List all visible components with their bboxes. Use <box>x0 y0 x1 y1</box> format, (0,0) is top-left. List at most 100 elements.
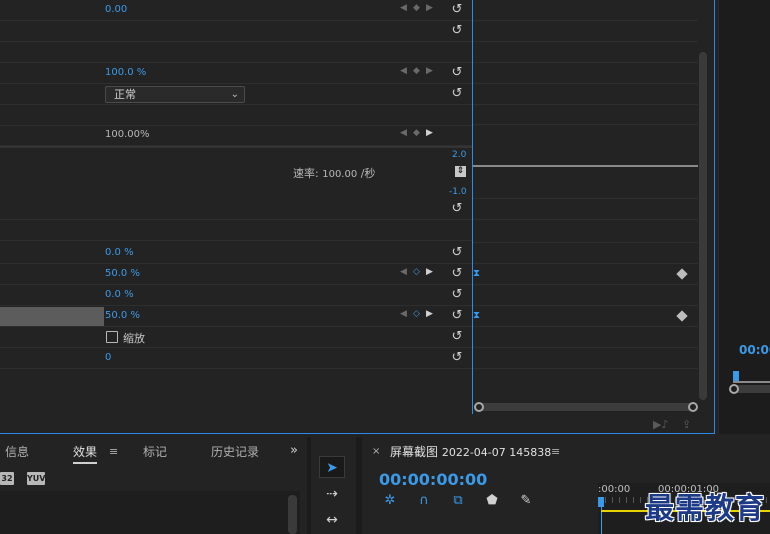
reset-icon[interactable]: ↺ <box>449 287 465 303</box>
playhead-icon[interactable] <box>733 371 739 381</box>
ripple-edit-tool-icon[interactable]: ↔ <box>319 509 345 531</box>
param-row: ↺ <box>0 21 472 42</box>
next-keyframe-icon[interactable]: ▶ <box>423 267 436 277</box>
scale-row: 缩放 ↺ <box>0 327 472 348</box>
timeline-timecode[interactable]: 00:00:00:00 <box>379 470 487 489</box>
track-line <box>473 219 698 220</box>
effects-list[interactable] <box>0 491 300 534</box>
prev-keyframe-icon[interactable]: ◀ <box>397 128 410 138</box>
add-keyframe-icon[interactable]: ◇ <box>410 309 423 319</box>
speed-graph-line[interactable] <box>473 165 698 167</box>
graph-min-label: -1.0 <box>449 187 467 197</box>
panel-menu-icon[interactable]: ≡ <box>551 445 560 458</box>
keyframe-start-icon[interactable]: ⧗ <box>473 310 480 321</box>
32bit-filter-icon[interactable]: 32 <box>0 472 14 485</box>
scale-checkbox-label: 缩放 <box>123 332 145 345</box>
zoom-handle-right[interactable] <box>688 402 698 412</box>
track-select-tool-icon[interactable]: ⇢ <box>319 483 345 505</box>
prev-keyframe-icon[interactable]: ◀ <box>397 3 410 13</box>
reset-icon[interactable]: ↺ <box>449 308 465 324</box>
prev-keyframe-icon[interactable]: ◀ <box>397 309 410 319</box>
param-value[interactable]: 0.00 <box>105 4 127 15</box>
program-zoom-scrollbar[interactable] <box>729 384 770 394</box>
section-divider <box>0 146 472 148</box>
reset-icon[interactable]: ↺ <box>449 65 465 81</box>
zoom-handle-left[interactable] <box>729 384 739 394</box>
export-icon[interactable]: ⇪ <box>682 418 691 431</box>
reset-icon[interactable]: ↺ <box>449 2 465 18</box>
crop-top-value[interactable]: 50.0 % <box>105 268 140 279</box>
panel-overflow-icon[interactable]: » <box>290 443 298 458</box>
tab-history[interactable]: 历史记录 <box>211 443 259 460</box>
reset-icon[interactable]: ↺ <box>449 23 465 39</box>
keyframe-start-icon[interactable]: ⧗ <box>473 268 480 279</box>
track-line <box>473 326 698 327</box>
track-line <box>473 83 698 84</box>
crop-right-value[interactable]: 0.0 % <box>105 289 134 300</box>
settings-wrench-icon[interactable]: ✎ <box>517 492 535 510</box>
rate-unit: /秒 <box>360 167 376 180</box>
crop-bottom-value[interactable]: 50.0 % <box>105 310 140 321</box>
add-keyframe-icon[interactable]: ◆ <box>410 128 423 138</box>
reset-icon[interactable]: ↺ <box>449 86 465 102</box>
track-line <box>473 104 698 105</box>
play-audio-icon[interactable]: ▶♪ <box>653 418 668 431</box>
crop-left-value[interactable]: 0.0 % <box>105 247 134 258</box>
scale-checkbox[interactable] <box>106 331 118 343</box>
prev-keyframe-icon[interactable]: ◀ <box>397 66 410 76</box>
linked-selection-icon[interactable]: ⧉ <box>449 492 467 510</box>
effect-controls-timeline[interactable]: ⧗ ⧗ ▶♪ ⇪ <box>472 0 708 431</box>
program-time-ruler[interactable] <box>733 381 770 383</box>
vertical-scrollbar[interactable] <box>699 52 707 400</box>
next-keyframe-icon[interactable]: ▶ <box>423 309 436 319</box>
program-timecode[interactable]: 00:00 <box>739 343 770 357</box>
rate-readout: 速率: 100.00 /秒 <box>293 165 375 181</box>
keyframe-navigator: ◀ ◆ ▶ <box>397 128 441 142</box>
effects-scrollbar[interactable] <box>288 495 297 534</box>
yuv-filter-icon[interactable]: YUV <box>27 472 45 485</box>
crop-bottom-row: 50.0 % ◀ ◇ ▶ ↺ <box>0 306 472 327</box>
selection-tool-icon[interactable]: ➤ <box>319 456 345 478</box>
speed-value[interactable]: 100.00% <box>105 129 150 140</box>
crop-right-row: 0.0 % ↺ <box>0 285 472 306</box>
blend-mode-select[interactable]: 正常 ⌄ <box>105 86 245 103</box>
track-line <box>473 62 698 63</box>
graph-expand-icon[interactable]: ⇕ <box>455 166 466 177</box>
tools-panel: ➤ ⇢ ↔ <box>311 437 356 534</box>
next-keyframe-icon[interactable]: ▶ <box>423 3 436 13</box>
sequence-name: 屏幕截图 <box>390 445 439 459</box>
add-keyframe-icon[interactable]: ◆ <box>410 66 423 76</box>
reset-icon[interactable]: ↺ <box>449 201 465 217</box>
track-line <box>473 198 698 199</box>
panel-menu-icon[interactable]: ≡ <box>109 445 118 458</box>
speed-row: 100.00% ◀ ◆ ▶ <box>0 125 472 146</box>
keyframe-diamond[interactable] <box>676 268 688 280</box>
add-keyframe-icon[interactable]: ◆ <box>410 3 423 13</box>
add-marker-icon[interactable]: ⬟ <box>483 492 501 510</box>
close-icon[interactable]: × <box>372 446 380 457</box>
crop-left-row: 0.0 % ↺ <box>0 243 472 264</box>
param-row: ↺ <box>0 199 472 220</box>
reset-icon[interactable]: ↺ <box>449 245 465 261</box>
track-line <box>473 305 698 306</box>
zoom-scrollbar[interactable] <box>474 402 698 412</box>
tab-info[interactable]: 信息 <box>5 443 29 460</box>
prev-keyframe-icon[interactable]: ◀ <box>397 267 410 277</box>
reset-icon[interactable]: ↺ <box>449 266 465 282</box>
keyframe-diamond[interactable] <box>676 310 688 322</box>
param-row: 0.00 ◀ ◆ ▶ ↺ <box>0 0 472 21</box>
snap-icon[interactable]: ∩ <box>415 492 433 510</box>
reset-icon[interactable]: ↺ <box>449 350 465 366</box>
zoom-handle-left[interactable] <box>474 402 484 412</box>
feather-value[interactable]: 0 <box>105 352 111 363</box>
tab-effects[interactable]: 效果 <box>73 443 98 464</box>
sequence-tab[interactable]: 屏幕截图 2022-04-07 145838 <box>390 443 551 460</box>
nest-icon[interactable]: ✲ <box>381 492 399 510</box>
tab-markers[interactable]: 标记 <box>143 443 167 460</box>
next-keyframe-icon[interactable]: ▶ <box>423 128 436 138</box>
opacity-value[interactable]: 100.0 % <box>105 67 146 78</box>
reset-icon[interactable]: ↺ <box>449 329 465 345</box>
next-keyframe-icon[interactable]: ▶ <box>423 66 436 76</box>
add-keyframe-icon[interactable]: ◇ <box>410 267 423 277</box>
blend-mode-value: 正常 <box>114 88 136 101</box>
